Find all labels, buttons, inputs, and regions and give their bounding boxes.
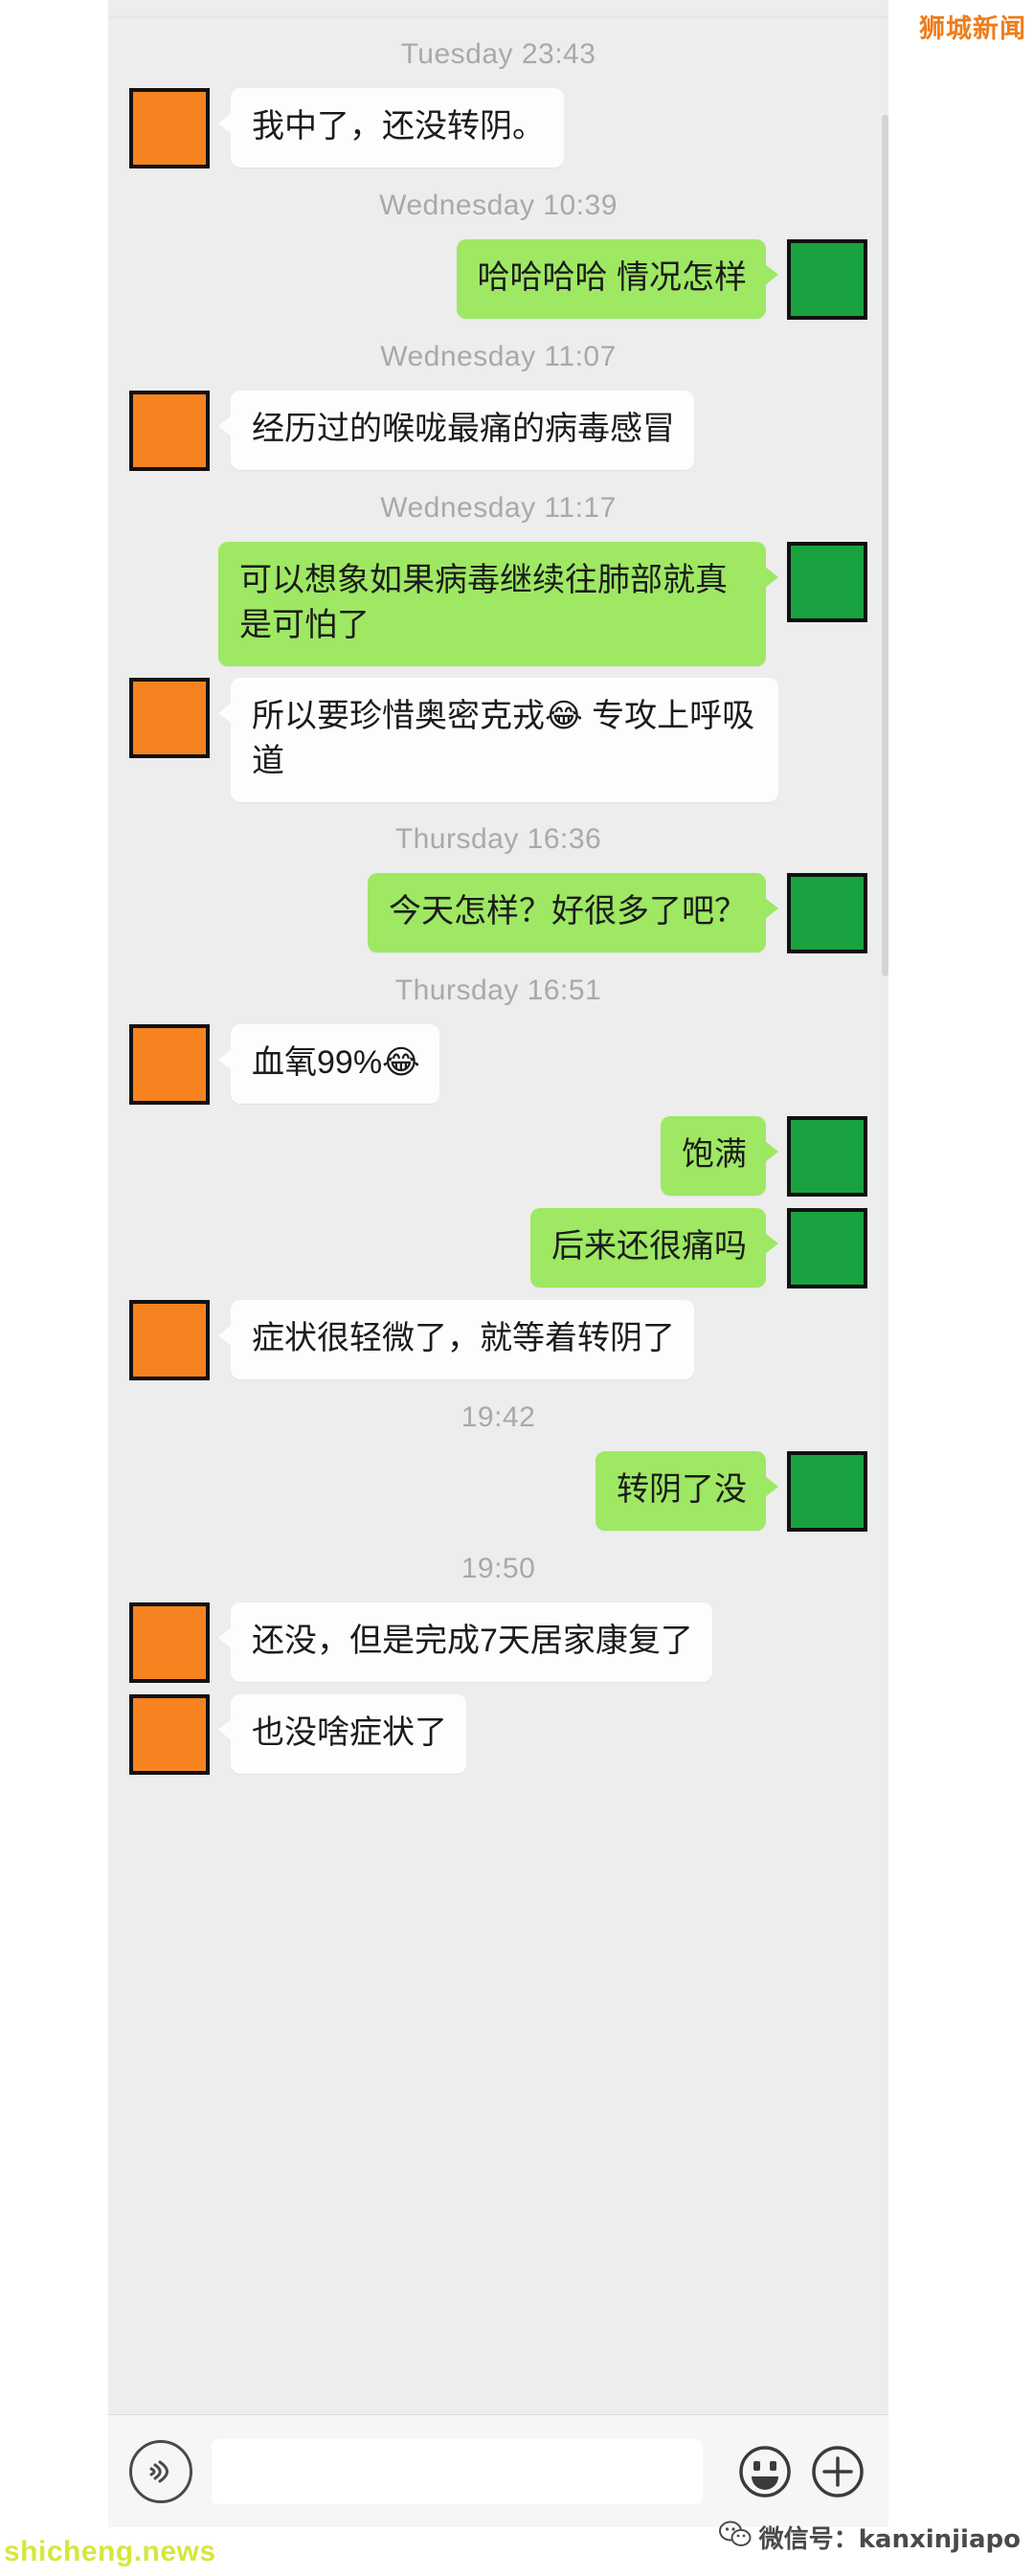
watermark-bottom-right: 微信号：kanxinjiapo xyxy=(718,2520,1021,2555)
plus-circle-icon[interactable] xyxy=(808,2442,867,2501)
message-bubble[interactable]: 我中了，还没转阴。 xyxy=(218,88,564,168)
message-timestamp: Wednesday 11:07 xyxy=(380,341,617,372)
message-bubble[interactable]: 症状很轻微了，就等着转阴了 xyxy=(218,1299,694,1379)
wechat-logo-icon xyxy=(718,2520,752,2555)
message-timestamp: 19:50 xyxy=(461,1552,536,1584)
message-text-input[interactable] xyxy=(212,2438,703,2504)
message-row: 后来还很痛吗 xyxy=(108,1207,888,1288)
message-bubble[interactable]: 所以要珍惜奥密克戎😂 专攻上呼吸道 xyxy=(218,677,778,802)
screenshot-root: Tuesday 23:43 我中了，还没转阴。 Wednesday 10:39 哈哈哈… xyxy=(0,0,1034,2576)
avatar-contact[interactable] xyxy=(129,677,210,758)
message-row: 转阴了没 xyxy=(108,1450,888,1532)
message-row: 哈哈哈哈 情况怎样 xyxy=(108,239,888,320)
message-row: 今天怎样？好很多了吧？ xyxy=(108,872,888,953)
message-timestamp: Thursday 16:51 xyxy=(394,974,602,1006)
avatar-contact[interactable] xyxy=(129,1023,210,1105)
avatar-self[interactable] xyxy=(787,1115,867,1197)
message-bubble[interactable]: 可以想象如果病毒继续往肺部就真是可怕了 xyxy=(218,542,778,666)
watermark-wechat-id: 微信号：kanxinjiapo xyxy=(758,2525,1021,2554)
message-bubble[interactable]: 转阴了没 xyxy=(596,1450,778,1531)
message-timestamp: Thursday 16:36 xyxy=(394,822,602,855)
message-row: 经历过的喉咙最痛的病毒感冒 xyxy=(108,391,888,471)
voice-wave-icon[interactable] xyxy=(129,2439,192,2503)
message-list[interactable]: Tuesday 23:43 我中了，还没转阴。 Wednesday 10:39 哈哈哈… xyxy=(108,0,888,2414)
message-timestamp: 19:42 xyxy=(461,1400,536,1433)
message-row: 血氧99%😂 xyxy=(108,1023,888,1105)
scrollbar[interactable] xyxy=(882,115,888,976)
message-bubble[interactable]: 也没啥症状了 xyxy=(218,1693,466,1774)
avatar-self[interactable] xyxy=(787,239,867,320)
message-timestamp: Wednesday 10:39 xyxy=(379,190,618,221)
avatar-self[interactable] xyxy=(787,1450,867,1532)
message-row: 饱满 xyxy=(108,1115,888,1197)
avatar-self[interactable] xyxy=(787,1207,867,1288)
avatar-contact[interactable] xyxy=(129,391,210,471)
message-bubble[interactable]: 今天怎样？好很多了吧？ xyxy=(368,872,778,952)
avatar-self[interactable] xyxy=(787,542,867,622)
message-row: 可以想象如果病毒继续往肺部就真是可怕了 xyxy=(108,542,888,666)
avatar-contact[interactable] xyxy=(129,88,210,168)
message-timestamp: Tuesday 23:43 xyxy=(400,38,596,70)
message-bubble[interactable]: 血氧99%😂 xyxy=(218,1023,439,1104)
message-bubble[interactable]: 后来还很痛吗 xyxy=(530,1207,778,1288)
message-row: 还没，但是完成7天居家康复了 xyxy=(108,1602,888,1683)
avatar-self[interactable] xyxy=(787,872,867,953)
smiley-face-icon[interactable] xyxy=(735,2442,795,2501)
avatar-contact[interactable] xyxy=(129,1299,210,1380)
message-timestamp: Wednesday 11:17 xyxy=(380,492,617,524)
chat-screen: Tuesday 23:43 我中了，还没转阴。 Wednesday 10:39 哈哈哈… xyxy=(108,0,888,2527)
message-bubble[interactable]: 还没，但是完成7天居家康复了 xyxy=(218,1602,712,1682)
message-bubble[interactable]: 饱满 xyxy=(661,1115,778,1196)
avatar-contact[interactable] xyxy=(129,1602,210,1683)
message-row: 所以要珍惜奥密克戎😂 专攻上呼吸道 xyxy=(108,677,888,802)
watermark-bottom-left: shicheng.news xyxy=(4,2536,216,2567)
message-row: 我中了，还没转阴。 xyxy=(108,88,888,168)
message-row: 症状很轻微了，就等着转阴了 xyxy=(108,1299,888,1380)
watermark-top-right: 狮城新闻 xyxy=(919,14,1026,44)
message-bubble[interactable]: 经历过的喉咙最痛的病毒感冒 xyxy=(218,391,694,470)
message-bubble[interactable]: 哈哈哈哈 情况怎样 xyxy=(456,239,779,319)
avatar-contact[interactable] xyxy=(129,1693,210,1775)
message-input-bar[interactable] xyxy=(108,2414,888,2527)
message-row: 也没啥症状了 xyxy=(108,1693,888,1775)
